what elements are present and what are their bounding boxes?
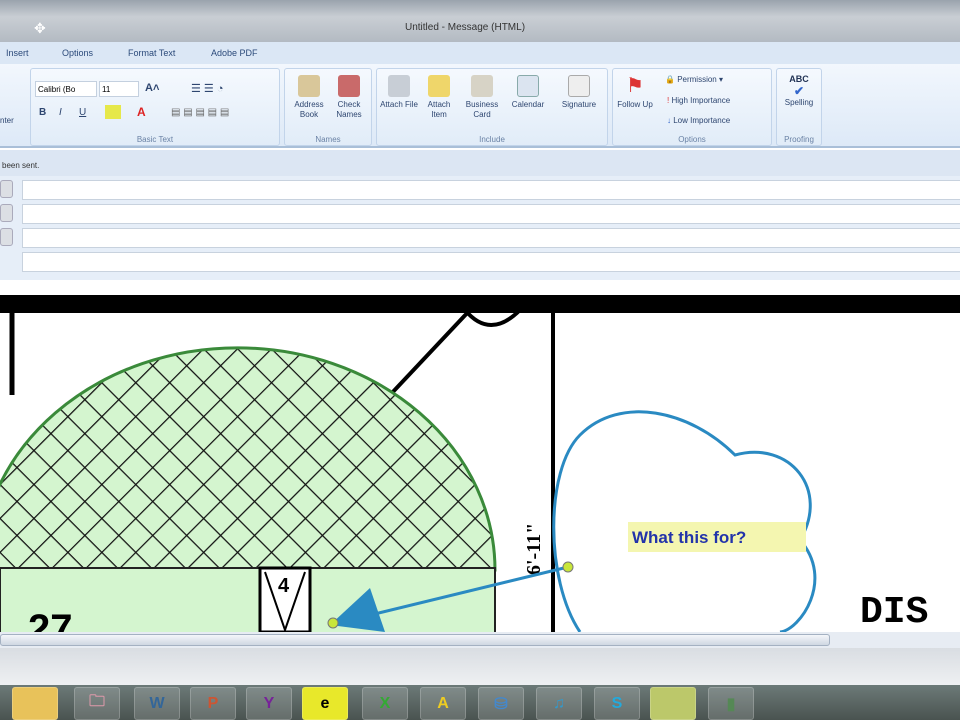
basic-text-label: Basic Text xyxy=(136,135,174,144)
tab-adobe-pdf[interactable]: Adobe PDF xyxy=(211,48,258,58)
ribbon: nter Calibri (Bo 11 A˄ ☰ ☰ ◔ B I U A ▤ ▤… xyxy=(0,64,960,148)
taskbar-powerpoint-icon[interactable]: P xyxy=(190,687,236,720)
dimension-label: 6'-11" xyxy=(523,523,545,575)
taskbar-itunes-icon[interactable]: ♫ xyxy=(536,687,582,720)
italic-icon[interactable]: I xyxy=(59,107,62,118)
names-group: Address Book Check Names Names xyxy=(284,68,372,146)
label-4: 4 xyxy=(278,575,290,597)
label-dis: DIS xyxy=(860,591,928,632)
signature-icon xyxy=(568,75,590,97)
options-group: ⚑ Follow Up 🔒 Permission ▾ ! High Importa… xyxy=(612,68,772,146)
to-button[interactable] xyxy=(0,180,13,198)
attach-item-button[interactable]: Attach Item xyxy=(419,75,459,120)
font-name-select[interactable]: Calibri (Bo xyxy=(35,81,97,97)
envelope-icon xyxy=(428,75,450,97)
info-bar: been sent. xyxy=(0,150,960,176)
address-book-icon xyxy=(298,75,320,97)
down-arrow-icon: ↓ xyxy=(667,116,671,125)
taskbar-network-icon[interactable]: ⛁ xyxy=(478,687,524,720)
leader-handle[interactable] xyxy=(562,561,574,573)
grow-font-icon[interactable]: A˄ xyxy=(145,82,159,94)
taskbar-autocad-icon[interactable]: A xyxy=(420,687,466,720)
tab-insert[interactable]: Insert xyxy=(6,48,29,58)
taskbar-excel-icon[interactable]: X xyxy=(362,687,408,720)
tab-options[interactable]: Options xyxy=(62,48,93,58)
paperclip-icon xyxy=(388,75,410,97)
bcc-field[interactable] xyxy=(22,228,960,248)
calendar-button[interactable]: Calendar xyxy=(505,75,551,110)
title-bar: ✥ Untitled - Message (HTML) xyxy=(0,0,960,42)
permission-button[interactable]: 🔒 Permission ▾ xyxy=(665,75,723,84)
cc-field[interactable] xyxy=(22,204,960,224)
check-names-icon xyxy=(338,75,360,97)
exclamation-icon: ! xyxy=(667,96,670,105)
taskbar: 🗀 W P Y e X A ⛁ ♫ S ▮ xyxy=(0,685,960,720)
high-importance-button[interactable]: ! High Importance xyxy=(667,96,730,105)
attach-file-button[interactable]: Attach File xyxy=(379,75,419,110)
message-header xyxy=(0,176,960,280)
taskbar-notes-icon[interactable] xyxy=(650,687,696,720)
underline-icon[interactable]: U xyxy=(79,107,86,118)
spelling-check-icon: ABC ✔ xyxy=(789,74,809,98)
include-label: Include xyxy=(479,135,505,144)
taskbar-word-icon[interactable]: W xyxy=(134,687,180,720)
low-importance-button[interactable]: ↓ Low Importance xyxy=(667,116,730,125)
quick-access-icon[interactable]: ✥ xyxy=(34,20,46,37)
align-icons[interactable]: ▤ ▤ ▤ ▤ ▤ xyxy=(171,107,229,118)
highlight-icon[interactable] xyxy=(105,105,121,119)
clipboard-partial-label: nter xyxy=(0,116,14,125)
names-label: Names xyxy=(315,135,341,144)
proofing-label: Proofing xyxy=(784,135,814,144)
bold-icon[interactable]: B xyxy=(39,107,46,118)
to-field[interactable] xyxy=(22,180,960,200)
business-card-icon xyxy=(471,75,493,97)
subject-field[interactable] xyxy=(22,252,960,272)
bullets-icon[interactable]: ☰ ☰ ◔ xyxy=(191,82,223,95)
callout-text[interactable]: What this for? xyxy=(632,528,746,547)
drawing-border xyxy=(0,295,960,313)
arrow-handle[interactable] xyxy=(327,617,339,629)
font-color-icon[interactable]: A xyxy=(137,105,146,119)
window-title: Untitled - Message (HTML) xyxy=(405,22,526,33)
flag-icon: ⚑ xyxy=(626,75,644,97)
business-card-button[interactable]: Business Card xyxy=(459,75,505,120)
taskbar-media-icon[interactable]: ▮ xyxy=(708,687,754,720)
calendar-icon xyxy=(517,75,539,97)
follow-up-button[interactable]: ⚑ Follow Up xyxy=(615,75,655,110)
font-size-select[interactable]: 11 xyxy=(99,81,139,97)
options-label: Options xyxy=(678,135,706,144)
taskbar-outlook-icon[interactable] xyxy=(12,687,58,720)
proofing-group: ABC ✔ Spelling Proofing xyxy=(776,68,822,146)
taskbar-file-explorer-icon[interactable]: 🗀 xyxy=(74,687,120,720)
drawing-canvas[interactable]: 4 27 6'-11" What this for? DIS xyxy=(0,280,960,632)
include-group: Attach File Attach Item Business Card Ca… xyxy=(376,68,608,146)
scrollbar-thumb[interactable] xyxy=(0,634,830,646)
signature-button[interactable]: Signature xyxy=(553,75,605,110)
taskbar-e-app-icon[interactable]: e xyxy=(302,687,348,720)
background-window xyxy=(0,648,960,685)
tab-format-text[interactable]: Format Text xyxy=(128,48,175,58)
taskbar-skype-icon[interactable]: S xyxy=(594,687,640,720)
spelling-button[interactable]: ABC ✔ Spelling xyxy=(779,73,819,108)
label-27: 27 xyxy=(28,607,73,632)
ribbon-tabs: Insert Options Format Text Adobe PDF xyxy=(0,42,960,64)
basic-text-group: Calibri (Bo 11 A˄ ☰ ☰ ◔ B I U A ▤ ▤ ▤ ▤ … xyxy=(30,68,280,146)
bcc-button[interactable] xyxy=(0,228,13,246)
taskbar-yahoo-messenger-icon[interactable]: Y xyxy=(246,687,292,720)
check-names-button[interactable]: Check Names xyxy=(329,75,369,120)
address-book-button[interactable]: Address Book xyxy=(289,75,329,120)
cc-button[interactable] xyxy=(0,204,13,222)
